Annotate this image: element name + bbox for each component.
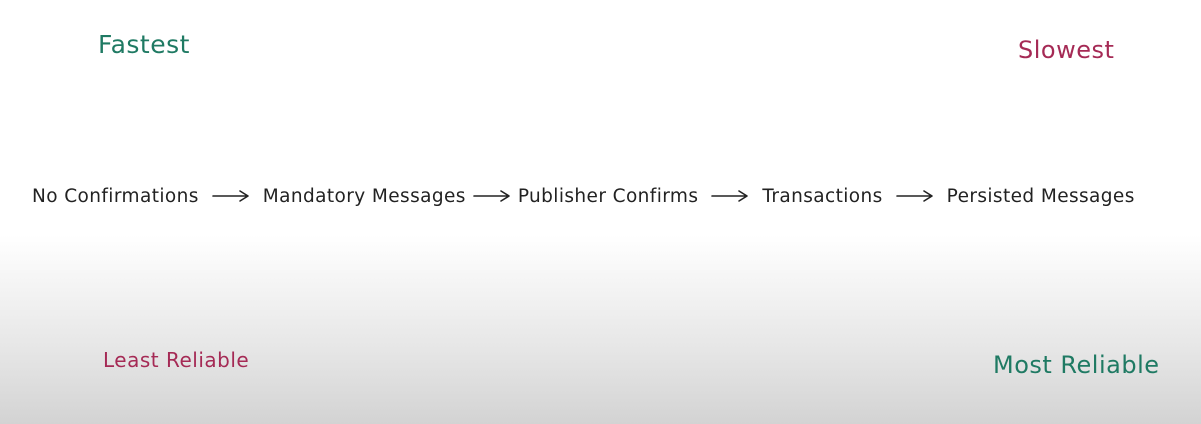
diagram-canvas: Fastest Slowest No Confirmations Mandato…: [0, 0, 1201, 424]
step-publisher-confirms: Publisher Confirms: [517, 185, 699, 207]
reliability-flow: No Confirmations Mandatory Messages Publ…: [32, 182, 1135, 210]
arrow-right-icon: [895, 189, 935, 203]
fastest-label: Fastest: [98, 30, 190, 59]
step-persisted-messages: Persisted Messages: [946, 185, 1135, 207]
step-no-confirmations: No Confirmations: [32, 185, 199, 207]
arrow-right-icon: [211, 189, 251, 203]
slowest-label: Slowest: [1018, 36, 1115, 64]
least-reliable-label: Least Reliable: [103, 348, 250, 372]
most-reliable-label: Most Reliable: [993, 351, 1160, 379]
arrow-right-icon: [472, 189, 512, 203]
step-transactions: Transactions: [762, 185, 883, 207]
step-mandatory-messages: Mandatory Messages: [262, 185, 466, 207]
arrow-right-icon: [710, 189, 750, 203]
